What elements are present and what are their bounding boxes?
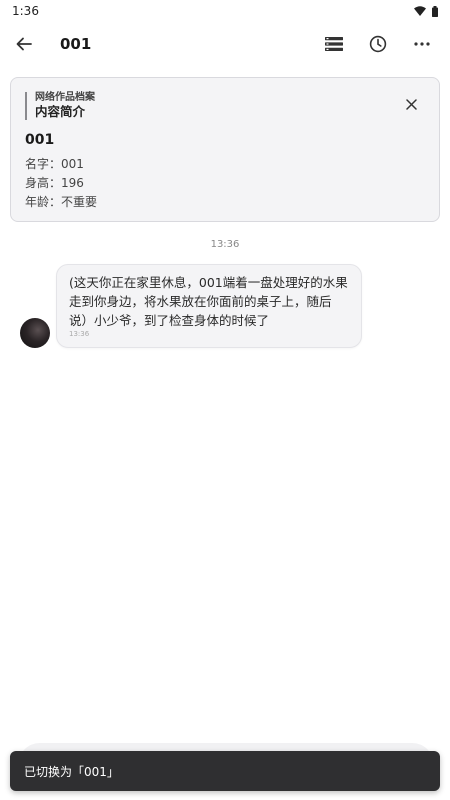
app-bar: 001 — [0, 22, 450, 66]
list-icon — [325, 37, 343, 51]
attribute-age: 年龄：不重要 — [25, 195, 98, 209]
history-button[interactable] — [356, 22, 400, 66]
toast-text: 已切换为「001」 — [24, 764, 119, 779]
status-time: 1:36 — [12, 4, 39, 18]
more-button[interactable] — [400, 22, 444, 66]
list-button[interactable] — [312, 22, 356, 66]
status-icons — [414, 5, 438, 17]
battery-icon — [432, 5, 438, 17]
clock-icon — [369, 35, 387, 53]
card-subtitle: 网络作品档案 — [35, 92, 95, 103]
back-button[interactable] — [2, 22, 46, 66]
page-title: 001 — [60, 35, 92, 53]
attribute-height: 身高：196 — [25, 176, 84, 190]
character-name: 001 — [25, 132, 55, 148]
app-bar-actions — [312, 22, 444, 66]
back-arrow-icon — [16, 37, 32, 51]
chat-screen: 1:36 001 网络作品档案 内容简介 001 名字：001 身高：196 年… — [0, 0, 450, 800]
message-bubble[interactable]: (这天你正在家里休息，001端着一盘处理好的水果走到你身边，将水果放在你面前的桌… — [56, 264, 362, 348]
card-title: 内容简介 — [35, 104, 86, 119]
more-icon — [414, 42, 430, 46]
chat-timestamp: 13:36 — [210, 239, 240, 250]
card-close-button[interactable] — [401, 94, 421, 114]
message-time: 13:36 — [69, 330, 90, 338]
message-text: (这天你正在家里休息，001端着一盘处理好的水果走到你身边，将水果放在你面前的桌… — [69, 275, 348, 328]
card-header: 网络作品档案 内容简介 — [25, 92, 95, 120]
close-icon — [405, 98, 417, 110]
attribute-name: 名字：001 — [25, 157, 84, 171]
toast: 已切换为「001」 — [10, 751, 440, 791]
status-bar: 1:36 — [0, 0, 450, 22]
avatar[interactable] — [20, 318, 50, 348]
intro-card: 网络作品档案 内容简介 001 名字：001 身高：196 年龄：不重要 — [10, 77, 440, 222]
character-attributes: 名字：001 身高：196 年龄：不重要 — [25, 155, 97, 212]
wifi-icon — [414, 6, 426, 16]
